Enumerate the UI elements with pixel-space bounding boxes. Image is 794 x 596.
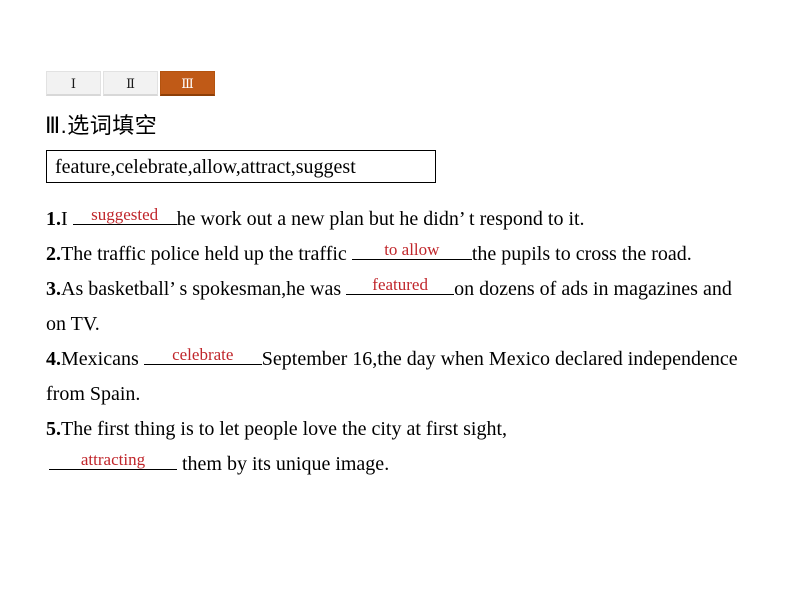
tab-section-3-label: Ⅲ [181, 75, 194, 91]
tab-section-2[interactable]: Ⅱ [103, 71, 158, 96]
answer-blank-4[interactable]: celebrate [143, 344, 262, 365]
answer-text-1: suggested [91, 205, 159, 224]
question-text-after-1: he work out a new plan but he didn’ t re… [176, 208, 585, 230]
answer-text-5: attracting [80, 450, 146, 469]
question-item-4: 4.Mexicans celebrate September 16,the day… [46, 342, 752, 412]
question-number-3: 3. [46, 278, 61, 300]
answer-blank-3[interactable]: featured [346, 274, 455, 295]
answer-blank-5[interactable]: attracting [49, 449, 177, 470]
question-text-before-3: As basketball’ s spokesman,he was [61, 278, 347, 300]
question-text-after-2: the pupils to cross the road. [471, 243, 692, 265]
question-item-1: 1.I suggested he work out a new plan but … [46, 202, 752, 237]
tab-strip: Ⅰ Ⅱ Ⅲ [46, 71, 215, 96]
question-item-2: 2.The traffic police held up the traffic… [46, 237, 752, 272]
question-text-before-4: Mexicans [61, 348, 144, 370]
question-number-1: 1. [46, 208, 61, 230]
question-text-after-5: them by its unique image. [177, 453, 390, 475]
tab-section-2-label: Ⅱ [126, 75, 135, 91]
tab-section-1[interactable]: Ⅰ [46, 71, 101, 96]
page-title: Ⅲ.选词填空 [45, 113, 158, 138]
question-number-4: 4. [46, 348, 61, 370]
question-list: 1.I suggested he work out a new plan but … [46, 202, 752, 482]
tab-section-1-label: Ⅰ [70, 75, 77, 91]
question-text-before-2: The traffic police held up the traffic [61, 243, 352, 265]
tab-section-3[interactable]: Ⅲ [160, 71, 215, 96]
answer-blank-1[interactable]: suggested [72, 204, 177, 225]
question-item-3: 3.As basketball’ s spokesman,he was feat… [46, 272, 752, 342]
answer-blank-2[interactable]: to allow [351, 239, 472, 260]
question-item-5: 5.The first thing is to let people love … [46, 412, 752, 482]
answer-text-2: to allow [384, 240, 440, 259]
answer-text-3: featured [372, 275, 428, 294]
question-text-before-1: I [61, 208, 73, 230]
word-bank-box: feature,celebrate,allow,attract,suggest [46, 150, 436, 183]
question-text-before-5: The first thing is to let people love th… [61, 418, 508, 440]
word-bank-text: feature,celebrate,allow,attract,suggest [55, 155, 356, 178]
question-number-2: 2. [46, 243, 61, 265]
answer-text-4: celebrate [172, 345, 234, 364]
question-number-5: 5. [46, 418, 61, 440]
